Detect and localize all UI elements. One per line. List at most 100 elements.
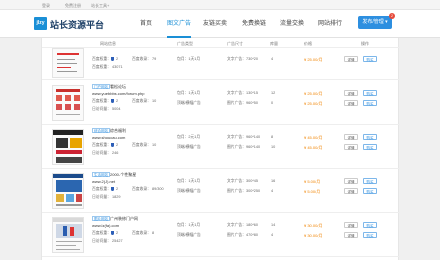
daily-label: 日访问量： [92,239,111,243]
shoulu-value: 10 [152,143,157,147]
ad-type: 包月：1天1月 [177,223,201,227]
col-ad-size: 广告尺寸 [227,41,243,46]
ad-size: 文字广告：180*60 [227,223,259,227]
shield-icon [111,99,114,103]
logo-mark: jlzy [34,17,47,30]
buy-button[interactable]: 购买 [363,134,377,140]
b-value: 2 [116,187,119,191]
detail-button[interactable]: 详情 [344,222,358,228]
site-thumbnail[interactable] [52,129,84,165]
site-logo[interactable]: jlzy 站长资源平台 [34,17,112,31]
site-url[interactable]: www.shoucau.com [92,135,125,140]
nav-home[interactable]: 首页 [140,18,152,38]
login-link[interactable]: 登录 [42,3,50,9]
buy-button[interactable]: 购买 [363,232,377,238]
price: ¥ 25.00/月 [304,91,323,96]
table-row: 门户网站 看松论坛 www.yuebbbs.com/forum.php 百度权重… [42,81,400,125]
col-site-info: 网站信息 [100,41,116,46]
site-thumbnail[interactable] [52,217,84,253]
buy-button[interactable]: 购买 [363,178,377,184]
ad-type: 顶端/横幅广告 [177,233,201,237]
stock: 8 [271,135,274,139]
site-name[interactable]: 2000-个性聚星 [110,172,136,178]
stock: 14 [271,223,276,227]
register-link[interactable]: 免费注册 [65,3,81,9]
nav-free-links[interactable]: 免费换链 [242,18,266,38]
price: ¥ 45.00/月 [304,135,323,140]
table-row: 生活网站 2000-个性聚星 www.2(J).net 百度权重： 2 百度收录… [42,169,400,213]
site-thumbnail[interactable] [52,48,84,78]
category-tag: 综合网站 [92,128,110,133]
site-header: jlzy 站长资源平台 首页 图文广告 友链买卖 免费换链 流量交换 网站排行 … [0,10,440,38]
nav-traffic-exchange[interactable]: 流量交换 [280,18,304,38]
site-name[interactable]: 广州装修门户网 [110,216,138,222]
trust-label: 百度权重： [92,231,111,235]
daily-label: 日访问量： [92,151,111,155]
nav-image-ads[interactable]: 图文广告 [167,18,192,38]
price: ¥ 30.00/月 [304,223,323,228]
detail-button[interactable]: 详情 [344,56,358,62]
detail-button[interactable]: 详情 [344,100,358,106]
trust-label: 百度权重： [92,57,111,61]
trust-label: 百度权重： [92,143,111,147]
trust-label: 百度权重： [92,187,111,191]
site-name[interactable]: 看松论坛 [110,84,126,90]
ad-size: 图片广告：960*50 [227,101,259,105]
price: ¥ 5.00/月 [304,179,321,184]
b-value: 2 [116,143,119,147]
shoulu-label: 百度收录： [132,57,151,61]
ad-type: 顶端/横幅广告 [177,189,201,193]
site-thumbnail[interactable] [52,173,84,209]
table-row: 百度权重： 2 百度收录： 79 百度权重： 43071 包月：1天1月 文字广… [42,48,400,80]
shoulu-label: 百度收录： [132,187,151,191]
buy-button[interactable]: 购买 [363,222,377,228]
ad-listing-table: 网站信息 广告类型 广告尺寸 库量 价格 操作 百度权重： 2 百度收录： 79… [41,38,400,260]
buy-button[interactable]: 购买 [363,188,377,194]
site-name[interactable]: 综合福利 [110,128,126,134]
ad-size: 图片广告：960*140 [227,145,261,149]
buy-button[interactable]: 购买 [363,100,377,106]
b-value: 2 [116,57,119,61]
site-thumbnail[interactable] [52,85,84,121]
notification-badge: 2 [389,13,395,19]
ad-type: 顶端/横幅广告 [177,101,201,105]
stock: 16 [271,179,276,183]
col-stock: 库量 [270,41,278,46]
tools-link[interactable]: 站长工具+ [91,3,109,9]
detail-button[interactable]: 详情 [344,178,358,184]
site-url[interactable]: www.lz(fa).com [92,223,119,228]
buy-button[interactable]: 购买 [363,90,377,96]
site-url[interactable]: www.2(J).net [92,179,115,184]
nav-rankings[interactable]: 网站排行 [318,18,342,38]
ad-size: 图片广告：470*80 [227,233,259,237]
ad-size: 文字广告：960*140 [227,135,261,139]
buy-button[interactable]: 购买 [363,56,377,62]
logo-text: 站长资源平台 [50,20,105,30]
detail-button[interactable]: 详情 [344,90,358,96]
col-ad-type: 广告类型 [177,41,193,46]
daily-value: 5004 [112,107,121,111]
shoulu-value: 8 [152,231,155,235]
price: ¥ 25.00/月 [304,57,323,62]
top-utility-bar: 登录 免费注册 站长工具+ [0,0,440,10]
site-url[interactable]: www.yuebbbs.com/forum.php [92,91,144,96]
shield-icon [111,187,114,191]
detail-button[interactable]: 详情 [344,144,358,150]
nav-link-trade[interactable]: 友链买卖 [203,18,227,38]
shoulu-label: 百度收录： [132,231,151,235]
price: ¥ 45.00/月 [304,145,323,150]
shoulu-label: 百度收录： [132,143,151,147]
category-tag: 图片网站 [92,216,110,221]
detail-button[interactable]: 详情 [344,188,358,194]
buy-button[interactable]: 购买 [363,144,377,150]
ad-size: 图片广告：300*250 [227,189,261,193]
daily-label: 日访问量： [92,107,111,111]
detail-button[interactable]: 详情 [344,232,358,238]
price: ¥ 30.00/月 [304,233,323,238]
ad-size: 文字广告：730*20 [227,57,259,61]
shoulu-label: 百度收录： [132,99,151,103]
publish-manage-button[interactable]: 发布/管理 ▾ [358,16,392,29]
daily-value: 25427 [112,239,123,243]
shoulu-value: 89/300 [152,187,164,191]
detail-button[interactable]: 详情 [344,134,358,140]
